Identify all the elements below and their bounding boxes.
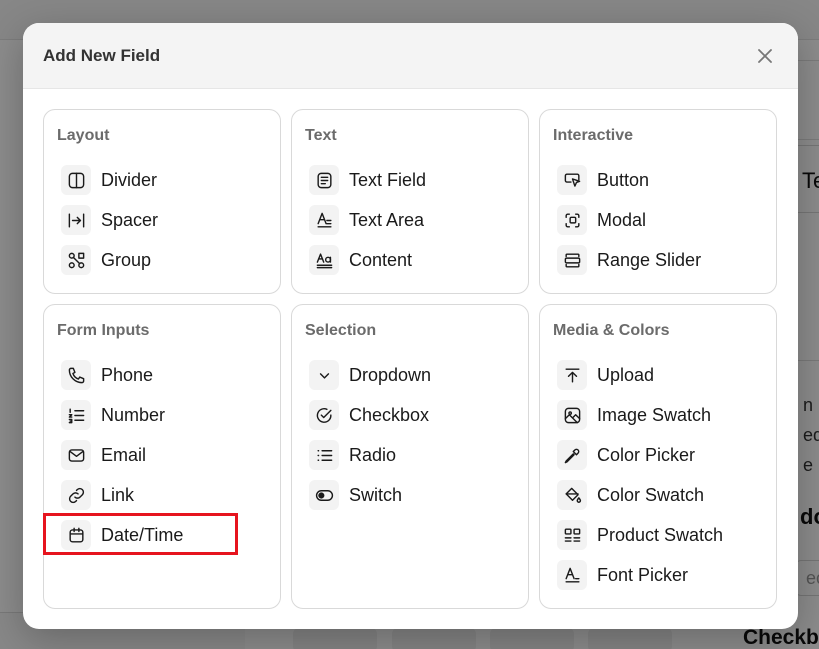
field-option-text-area[interactable]: Text Area bbox=[309, 205, 424, 235]
modal-title: Add New Field bbox=[43, 46, 161, 65]
close-button[interactable] bbox=[752, 43, 778, 69]
section-title: Selection bbox=[305, 322, 377, 339]
field-option-label: Text Field bbox=[349, 169, 427, 190]
section-media-colors: Media & Colors Upload Image Swatch Color… bbox=[539, 304, 777, 609]
close-icon bbox=[758, 49, 772, 63]
field-option-label: Email bbox=[101, 444, 147, 465]
field-option-checkbox[interactable]: Checkbox bbox=[309, 400, 429, 430]
modal-header: Add New Field bbox=[23, 23, 798, 89]
add-field-modal: Add New Field Layout Divider Spacer Grou… bbox=[23, 23, 798, 629]
field-option-label: Modal bbox=[597, 209, 647, 230]
section-title: Media & Colors bbox=[553, 322, 670, 339]
field-option-label: Color Swatch bbox=[597, 484, 705, 505]
list-icon bbox=[309, 440, 339, 470]
field-option-range-slider[interactable]: Range Slider bbox=[557, 245, 701, 275]
field-option-label: Group bbox=[101, 249, 152, 270]
columns-icon bbox=[61, 165, 91, 195]
field-option-label: Button bbox=[597, 169, 650, 190]
product-swatch-icon bbox=[557, 520, 587, 550]
section-title: Interactive bbox=[553, 127, 634, 144]
mail-icon bbox=[61, 440, 91, 470]
field-option-product-swatch[interactable]: Product Swatch bbox=[557, 520, 723, 550]
field-option-number[interactable]: Number bbox=[61, 400, 165, 430]
paint-bucket-icon bbox=[557, 480, 587, 510]
modal-icon bbox=[557, 205, 587, 235]
field-option-label: Switch bbox=[349, 484, 403, 505]
field-option-label: Product Swatch bbox=[597, 524, 724, 545]
eyedropper-icon bbox=[557, 440, 587, 470]
section-text: Text Text Field Text Area Content bbox=[291, 109, 529, 294]
field-option-divider[interactable]: Divider bbox=[61, 165, 157, 195]
section-form-inputs: Form Inputs Phone Number Email Link Date… bbox=[43, 304, 281, 609]
field-option-phone[interactable]: Phone bbox=[61, 360, 153, 390]
slider-icon bbox=[557, 245, 587, 275]
check-circle-icon bbox=[309, 400, 339, 430]
group-icon bbox=[61, 245, 91, 275]
font-icon bbox=[557, 560, 587, 590]
selection-highlight bbox=[43, 513, 238, 555]
section-title: Text bbox=[305, 127, 337, 144]
field-option-label: Color Picker bbox=[597, 444, 696, 465]
field-option-dropdown[interactable]: Dropdown bbox=[309, 360, 431, 390]
field-option-label: Upload bbox=[597, 364, 655, 385]
field-option-label: Text Area bbox=[349, 209, 425, 230]
section-layout: Layout Divider Spacer Group bbox=[43, 109, 281, 294]
image-swatch-icon bbox=[557, 400, 587, 430]
field-option-button[interactable]: Button bbox=[557, 165, 649, 195]
text-lines-icon bbox=[309, 165, 339, 195]
field-option-radio[interactable]: Radio bbox=[309, 440, 396, 470]
field-option-label: Spacer bbox=[101, 209, 159, 230]
field-option-font-picker[interactable]: Font Picker bbox=[557, 560, 688, 590]
toggle-icon bbox=[309, 480, 339, 510]
field-option-upload[interactable]: Upload bbox=[557, 360, 654, 390]
field-option-email[interactable]: Email bbox=[61, 440, 146, 470]
section-interactive: Interactive Button Modal Range Slider bbox=[539, 109, 777, 294]
field-option-label: Link bbox=[101, 484, 135, 505]
field-option-image-swatch[interactable]: Image Swatch bbox=[557, 400, 711, 430]
field-option-label: Image Swatch bbox=[597, 404, 712, 425]
spacer-icon bbox=[61, 205, 91, 235]
field-option-label: Range Slider bbox=[597, 249, 702, 270]
field-option-switch[interactable]: Switch bbox=[309, 480, 402, 510]
field-option-label: Dropdown bbox=[349, 364, 432, 385]
section-selection: Selection Dropdown Checkbox Radio Switch bbox=[291, 304, 529, 609]
field-option-text-field[interactable]: Text Field bbox=[309, 165, 426, 195]
field-option-label: Divider bbox=[101, 169, 158, 190]
chevron-down-icon bbox=[309, 360, 339, 390]
field-option-color-swatch[interactable]: Color Swatch bbox=[557, 480, 704, 510]
field-option-spacer[interactable]: Spacer bbox=[61, 205, 158, 235]
content-icon bbox=[309, 245, 339, 275]
field-option-group[interactable]: Group bbox=[61, 245, 151, 275]
link-icon bbox=[61, 480, 91, 510]
numbered-list-icon bbox=[61, 400, 91, 430]
upload-icon bbox=[557, 360, 587, 390]
section-title: Form Inputs bbox=[57, 322, 150, 339]
field-option-label: Phone bbox=[101, 364, 154, 385]
field-option-label: Radio bbox=[349, 444, 397, 465]
field-option-link[interactable]: Link bbox=[61, 480, 134, 510]
phone-icon bbox=[61, 360, 91, 390]
cursor-click-icon bbox=[557, 165, 587, 195]
text-area-icon bbox=[309, 205, 339, 235]
field-option-content[interactable]: Content bbox=[309, 245, 412, 275]
field-option-label: Content bbox=[349, 249, 413, 270]
field-option-label: Checkbox bbox=[349, 404, 430, 425]
field-option-modal[interactable]: Modal bbox=[557, 205, 646, 235]
field-option-label: Font Picker bbox=[597, 564, 689, 585]
section-title: Layout bbox=[57, 127, 110, 144]
field-option-label: Number bbox=[101, 404, 166, 425]
field-option-color-picker[interactable]: Color Picker bbox=[557, 440, 695, 470]
